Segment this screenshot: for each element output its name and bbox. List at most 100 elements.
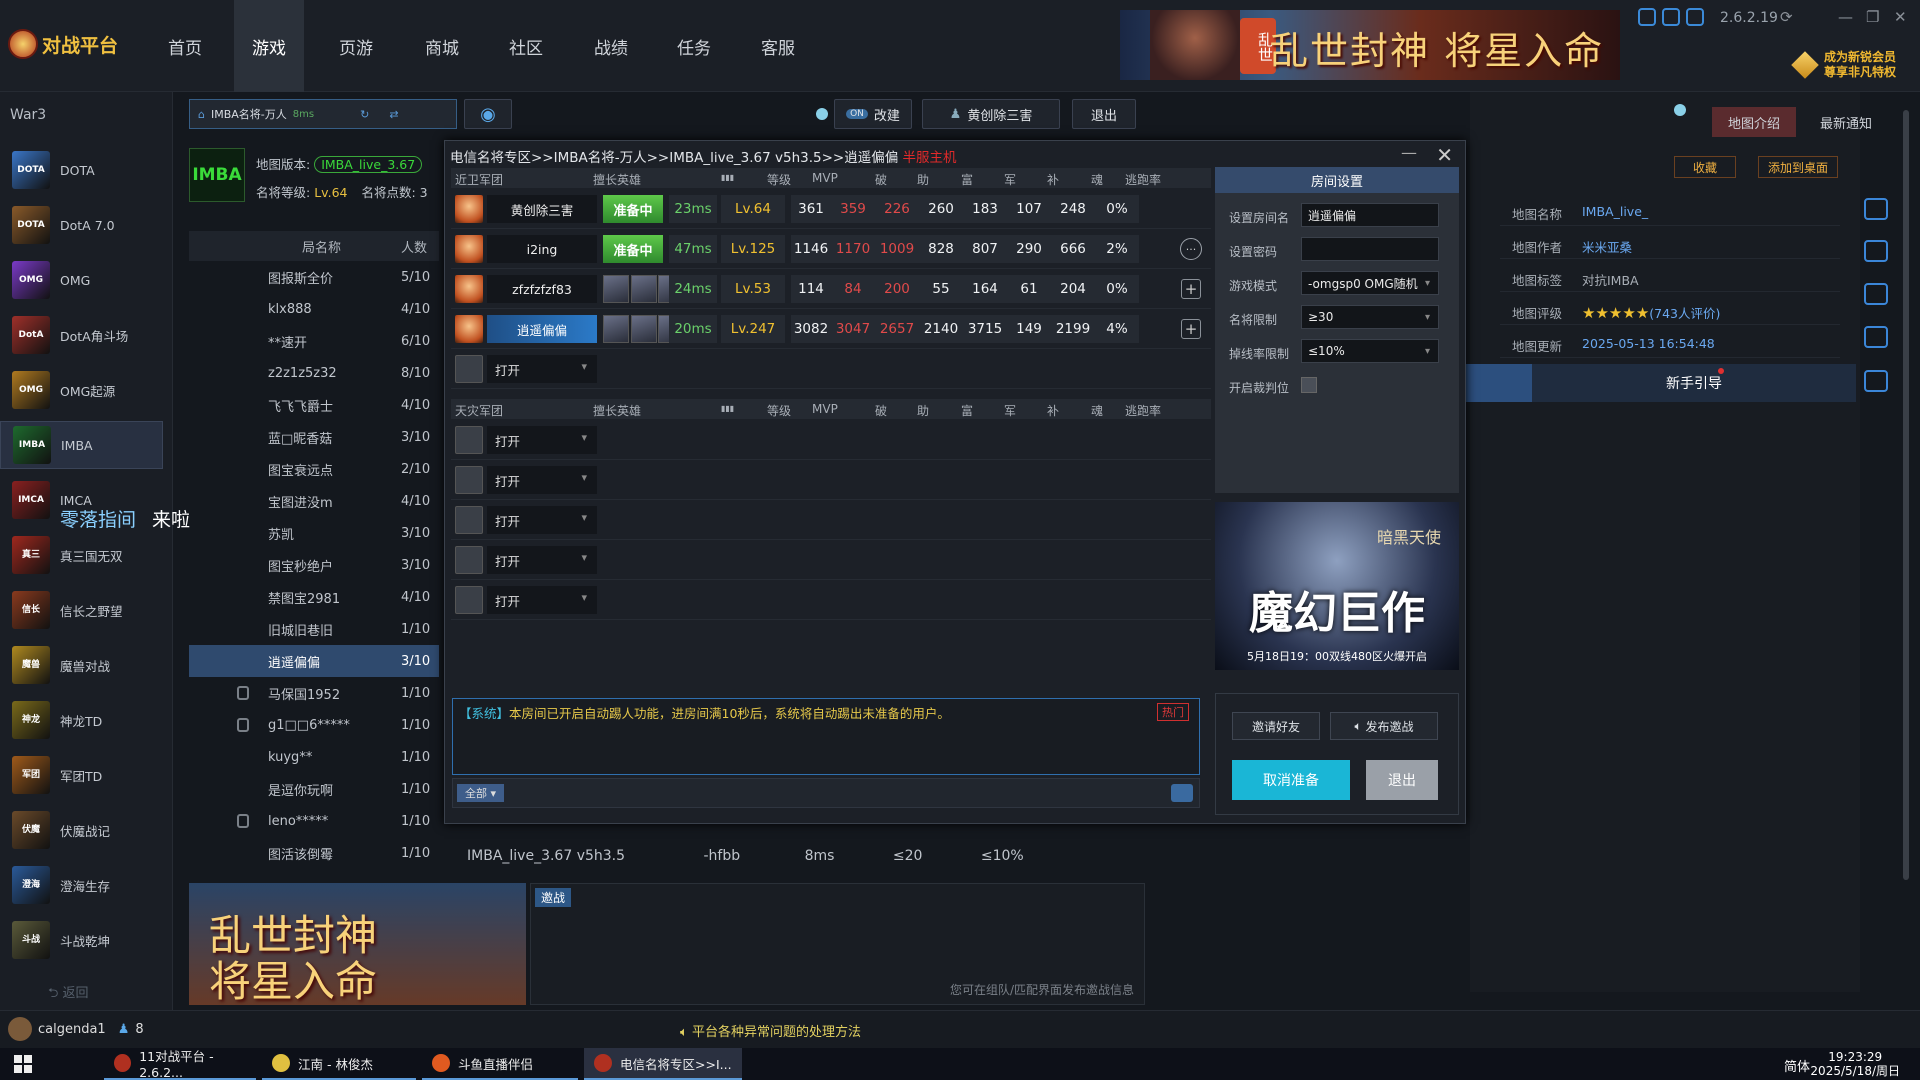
tab-nav-6[interactable]: 任务 — [660, 0, 728, 92]
cart-icon[interactable] — [1864, 240, 1888, 262]
tab-nav-4[interactable]: 社区 — [491, 0, 561, 92]
slot-open-select[interactable]: 打开 ▾ — [487, 466, 597, 494]
judge-checkbox[interactable] — [1301, 377, 1317, 393]
list-item[interactable]: 图宝秒绝户 3/10 — [189, 549, 439, 581]
back-button[interactable]: ⮌ 返回 — [48, 982, 89, 1006]
tab-nav-7[interactable]: 客服 — [744, 0, 812, 92]
list-item[interactable]: 图宝衰远点 2/10 — [189, 453, 439, 485]
exit-button[interactable]: 退出 — [1366, 760, 1438, 800]
tab-nav-2[interactable]: 页游 — [320, 0, 392, 92]
taskbar-item[interactable]: 江南 - 林俊杰 — [262, 1048, 416, 1080]
refresh-icon[interactable]: ⟳ — [1780, 8, 1793, 26]
scrollbar[interactable] — [1903, 110, 1909, 880]
list-item[interactable]: 图报斯全价 5/10 — [189, 261, 439, 293]
system-clock[interactable]: 19:23:29 2025/5/18/周日 — [1810, 1050, 1900, 1078]
list-item[interactable]: 是逗你玩啊 1/10 — [189, 773, 439, 805]
player-row[interactable]: zfzfzfzf83 24ms Lv.53 114 84 200 55 164 61 204 0% + — [451, 269, 1211, 309]
player-row[interactable]: 逍遥偏偏 20ms Lv.247 3082 3047 2657 2140 3715 149 219… — [451, 309, 1211, 349]
close-icon[interactable]: ✕ — [1436, 143, 1453, 167]
slot-open-select[interactable]: 打开 ▾ — [487, 426, 597, 454]
restore-icon[interactable]: ❐ — [1866, 8, 1879, 26]
list-item[interactable]: leno***** 1/10 — [189, 805, 439, 837]
list-item[interactable]: z2z1z5z32 8/10 — [189, 357, 439, 389]
list-item[interactable]: 飞飞飞爵士 4/10 — [189, 389, 439, 421]
sidebar-item[interactable]: IMBA IMBA — [0, 421, 163, 469]
beginner-guide-button[interactable]: 新手引导 — [1532, 364, 1856, 402]
sidebar-item[interactable]: 军团 军团TD — [0, 751, 163, 799]
minimize-icon[interactable]: — — [1838, 8, 1853, 26]
bottom-ad-banner[interactable]: 乱世封神 将星入命 — [189, 883, 526, 1005]
hot-badge[interactable]: 热门 — [1157, 703, 1189, 721]
sidebar-item[interactable]: 信长 信长之野望 — [0, 586, 163, 634]
taskbar-item[interactable]: 斗鱼直播伴侣 — [422, 1048, 578, 1080]
vip-promo[interactable]: 成为新锐会员 尊享非凡特权 — [1791, 50, 1896, 80]
sidebar-item[interactable]: OMG OMG起源 — [0, 366, 163, 414]
app-logo[interactable]: 对战平台 — [8, 26, 118, 62]
add-friend-button[interactable]: + — [1181, 319, 1201, 339]
cancel-ready-button[interactable]: 取消准备 — [1232, 760, 1350, 800]
slot-open-select[interactable]: 打开 ▾ — [487, 506, 597, 534]
list-item[interactable]: kuyg** 1/10 — [189, 741, 439, 773]
chat-scope-dropdown[interactable]: 全部 ▾ — [457, 784, 505, 802]
exit-room-button[interactable]: 退出 — [1072, 99, 1136, 129]
sidebar-item[interactable]: 神龙 神龙TD — [0, 696, 163, 744]
refresh-icon[interactable]: ↻ — [360, 108, 369, 121]
user-info[interactable]: calgenda1 ♟ 8 — [8, 1017, 144, 1041]
collect-button[interactable]: 收藏 — [1674, 156, 1736, 178]
windows-start-icon[interactable] — [14, 1055, 32, 1073]
empty-slot[interactable]: 打开 ▾ — [451, 420, 1211, 460]
empty-slot[interactable]: 打开 ▾ — [451, 460, 1211, 500]
key-icon[interactable] — [1638, 8, 1656, 26]
player-button[interactable]: ♟ 黄创除三害 — [922, 99, 1060, 129]
room-name-input[interactable]: 逍遥偏偏 — [1301, 203, 1439, 227]
chat-icon[interactable]: ··· — [1180, 238, 1202, 260]
list-item[interactable]: 旧城旧巷旧 1/10 — [189, 613, 439, 645]
slot-open-select[interactable]: 打开 ▾ — [487, 546, 597, 574]
list-item[interactable]: g1□□6***** 1/10 — [189, 709, 439, 741]
list-item[interactable]: 逍遥偏偏 3/10 — [189, 645, 439, 677]
add-desktop-button[interactable]: 添加到桌面 — [1758, 156, 1838, 178]
tab-nav-5[interactable]: 战绩 — [576, 0, 646, 92]
level-limit-select[interactable]: ≥30 ▾ — [1301, 305, 1439, 329]
sidebar-item[interactable]: DOTA DOTA — [0, 146, 163, 194]
empty-slot[interactable]: 打开 ▾ — [451, 500, 1211, 540]
invite-friends-button[interactable]: 邀请好友 — [1232, 712, 1320, 740]
taskbar-item[interactable]: 11对战平台 - 2.6.2... — [104, 1048, 256, 1080]
player-row[interactable]: i2ing 准备中 47ms Lv.125 1146 1170 1009 828 807 290 6… — [451, 229, 1211, 269]
sidebar-item[interactable]: 斗战 斗战乾坤 — [0, 916, 163, 964]
empty-slot[interactable]: 打开 ▾ — [451, 580, 1211, 620]
chat-bubble-icon[interactable] — [1864, 283, 1888, 305]
list-item[interactable]: 蓝□昵香菇 3/10 — [189, 421, 439, 453]
shirt-icon[interactable] — [1662, 8, 1680, 26]
list-item[interactable]: 苏凯 3/10 — [189, 517, 439, 549]
tab-invite[interactable]: 邀战 — [535, 888, 572, 907]
close-icon[interactable]: ✕ — [1894, 8, 1907, 26]
list-item[interactable]: klx888 4/10 — [189, 293, 439, 325]
sidebar-item[interactable]: DOTA DotA 7.0 — [0, 201, 163, 249]
list-item[interactable]: 图活该倒霉 1/10 — [189, 837, 439, 869]
minimize-icon[interactable]: — — [1401, 143, 1417, 162]
document-icon[interactable] — [1864, 198, 1888, 220]
sidebar-item[interactable]: 真三 真三国无双 — [0, 531, 163, 579]
empty-slot[interactable]: 打开 ▾ — [451, 349, 1211, 389]
slot-open-select[interactable]: 打开 ▾ — [487, 355, 597, 383]
game-ad-banner[interactable]: 暗黑天使 魔幻巨作 5月18日19：00双线480区火爆开启 — [1215, 502, 1459, 670]
sidebar-item[interactable]: OMG OMG — [0, 256, 163, 304]
list-item[interactable]: **速开 6/10 — [189, 325, 439, 357]
tab-map-intro[interactable]: 地图介绍 — [1712, 107, 1796, 137]
player-row[interactable]: 黄创除三害 准备中 23ms Lv.64 361 359 226 260 183 107 248 0% — [451, 189, 1211, 229]
robot-icon[interactable] — [1864, 370, 1888, 392]
send-icon[interactable] — [1171, 784, 1193, 802]
list-item[interactable]: 禁图宝2981 4/10 — [189, 581, 439, 613]
empty-slot[interactable]: 打开 ▾ — [451, 540, 1211, 580]
globe-button[interactable]: ◉ — [464, 99, 512, 129]
lightning-icon[interactable] — [1686, 8, 1704, 26]
rebuild-button[interactable]: ON 改建 — [834, 99, 912, 129]
platform-notice[interactable]: 🔈︎ 平台各种异常问题的处理方法 — [680, 1021, 861, 1040]
sidebar-item[interactable]: 魔兽 魔兽对战 — [0, 641, 163, 689]
sidebar-item[interactable]: 伏魔 伏魔战记 — [0, 806, 163, 854]
sidebar-item[interactable]: DotA DotA角斗场 — [0, 311, 163, 359]
escape-limit-select[interactable]: ≤10% ▾ — [1301, 339, 1439, 363]
slot-open-select[interactable]: 打开 ▾ — [487, 586, 597, 614]
game-mode-select[interactable]: -omgsp0 OMG随机 ▾ — [1301, 271, 1439, 295]
